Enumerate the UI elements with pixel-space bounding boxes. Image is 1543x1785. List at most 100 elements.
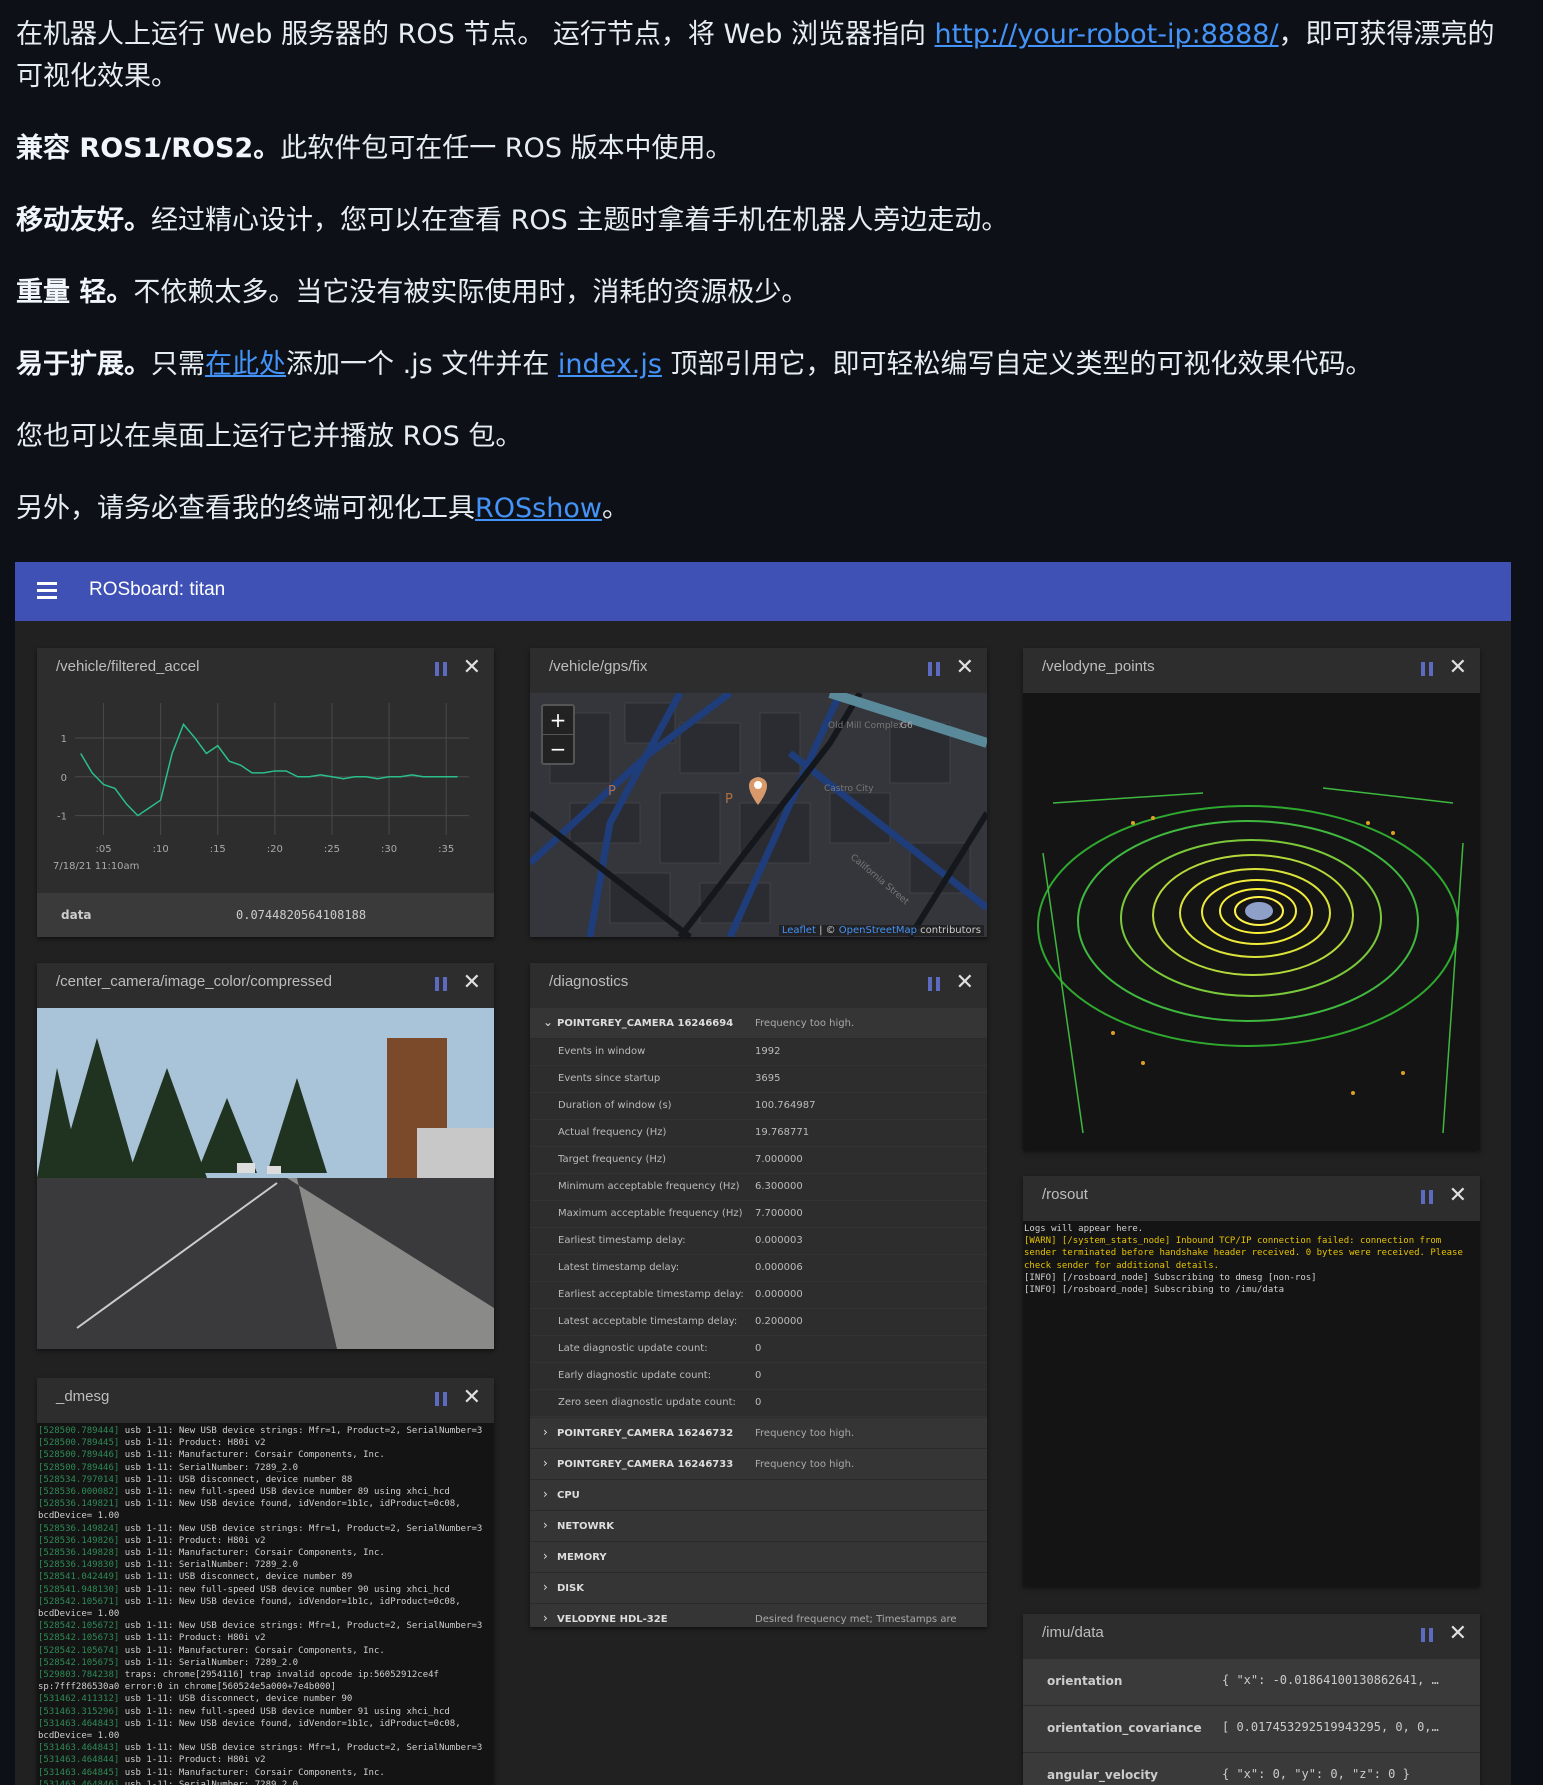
diagnostics-group-open[interactable]: ⌄ POINTGREY_CAMERA 16246694 Frequency to… [530,1008,987,1039]
log-line: [531462.411312] usb 1-11: USB disconnect… [38,1693,494,1705]
zoom-out-button[interactable]: − [543,735,573,763]
diagnostics-row: Early diagnostic update count: 0 [530,1362,987,1390]
diagnostics-group[interactable]: › CPU [530,1480,987,1511]
here-link[interactable]: 在此处 [205,349,286,380]
imu-key: angular_velocity [1047,1768,1159,1782]
group-name: DISK [557,1583,584,1594]
close-icon[interactable]: ✕ [1449,1622,1467,1646]
robot-url-link[interactable]: http://your-robot-ip:8888/ [935,19,1279,50]
close-icon[interactable]: ✕ [1449,656,1467,680]
log-text: usb 1-11: New USB device strings: Mfr=1,… [119,1621,483,1632]
pause-icon[interactable] [435,977,448,991]
log-line: [528500.789446] usb 1-11: SerialNumber: … [38,1462,494,1474]
x-axis-date-label: 7/18/21 11:10am [53,861,139,872]
imu-row: orientation { "x": -0.01864100130862641, … [1023,1659,1480,1706]
pointcloud-view[interactable] [1023,693,1480,1150]
pause-icon[interactable] [928,662,941,676]
group-name: VELODYNE HDL-32E [557,1614,668,1625]
log-text: usb 1-11: New USB device found, idVendor… [119,1718,461,1729]
log-line: bcdDevice= 1.00 [38,1730,494,1742]
gps-map[interactable]: Castro City California Street Old Mill C… [530,693,987,937]
diag-key: Zero seen diagnostic update count: [558,1397,736,1408]
group-name: POINTGREY_CAMERA 16246733 [557,1459,734,1470]
close-icon[interactable]: ✕ [956,971,974,995]
log-text: usb 1-11: SerialNumber: 7289_2.0 [119,1462,299,1473]
log-text: usb 1-11: Manufacturer: Corsair Componen… [119,1645,385,1656]
log-timestamp: [531463.315296] [38,1706,120,1717]
log-text: bcdDevice= 1.00 [38,1609,120,1620]
log-timestamp: [528534.797014] [38,1474,120,1485]
diag-value: 0 [755,1343,762,1354]
log-line: [INFO] [/rosboard_node] Subscribing to d… [1024,1272,1480,1284]
pause-icon[interactable] [1421,662,1434,676]
log-line: [528536.000082] usb 1-11: new full-speed… [38,1486,494,1498]
diag-value: 0 [755,1397,762,1408]
log-timestamp: [528536.000082] [38,1487,120,1498]
close-icon[interactable]: ✕ [463,1386,481,1410]
index-js-link[interactable]: index.js [558,349,662,380]
log-line: [531463.464846] usb 1-11: SerialNumber: … [38,1779,494,1785]
close-icon[interactable]: ✕ [1449,1184,1467,1208]
pause-icon[interactable] [435,662,448,676]
log-line: [528500.789445] usb 1-11: Product: H80i … [38,1437,494,1449]
chevron-right-icon: › [543,1611,548,1625]
pause-icon[interactable] [928,977,941,991]
map-tiles: Castro City California Street Old Mill C… [530,693,987,937]
log-timestamp: [528500.789445] [38,1438,120,1449]
close-icon[interactable]: ✕ [956,656,974,680]
diag-value: 1992 [755,1046,781,1057]
log-timestamp: [528500.789444] [38,1426,120,1436]
log-line: [531463.464845] usb 1-11: Manufacturer: … [38,1767,494,1779]
pause-icon[interactable] [435,1392,448,1406]
card-title: /vehicle/filtered_accel [56,658,200,675]
diagnostics-group[interactable]: › VELODYNE HDL-32E Desired frequency met; … [530,1604,987,1627]
diagnostics-group[interactable]: › POINTGREY_CAMERA 16246733 Frequency too … [530,1449,987,1480]
log-timestamp: [528536.149830] [38,1560,120,1571]
log-text: usb 1-11: Manufacturer: Corsair Componen… [119,1767,385,1778]
compat-text: 此软件包可在任一 ROS 版本中使用。 [280,133,733,164]
diagnostics-group[interactable]: › DISK [530,1573,987,1604]
close-icon[interactable]: ✕ [463,656,481,680]
imu-value: [ 0.017453292519943295, 0, 0,… [1222,1720,1439,1734]
readme-paragraph-rosshow: 另外，请务必查看我的终端可视化工具ROSshow。 [16,488,629,530]
zoom-in-button[interactable]: + [543,706,573,735]
card-diagnostics: /diagnostics ✕ ⌄ POINTGREY_CAMERA 162466… [530,963,987,1627]
diagnostics-row: Events since startup 3695 [530,1065,987,1093]
log-text: [INFO] [/rosboard_node] Subscribing to d… [1024,1272,1317,1283]
log-line: [531463.464843] usb 1-11: New USB device… [38,1718,494,1730]
diagnostics-table: ⌄ POINTGREY_CAMERA 16246694 Frequency to… [530,1008,987,1627]
map-zoom-control: + − [541,704,575,765]
pause-icon[interactable] [1421,1190,1434,1204]
accel-line-chart: :05:10:15:20:25:30:35 1 0 -1 7/18/21 11:10am [37,693,494,893]
chevron-right-icon: › [543,1518,548,1532]
diag-key: Earliest acceptable timestamp delay: [558,1289,744,1300]
diagnostics-group[interactable]: › NETOWRK [530,1511,987,1542]
log-line: [531463.464844] usb 1-11: Product: H80i … [38,1754,494,1766]
diag-value: 0 [755,1370,762,1381]
log-timestamp: [528536.149824] [38,1523,120,1534]
chevron-right-icon: › [543,1487,548,1501]
x-tick-label: :35 [438,844,454,855]
imu-row: angular_velocity { "x": 0, "y": 0, "z": 0… [1023,1753,1480,1785]
log-timestamp: [531462.411312] [38,1694,120,1705]
osm-link[interactable]: OpenStreetMap [839,925,917,936]
diagnostics-group[interactable]: › POINTGREY_CAMERA 16246732 Frequency too … [530,1418,987,1449]
log-line: [528541.042449] usb 1-11: USB disconnect… [38,1571,494,1583]
log-line: bcdDevice= 1.00 [38,1510,494,1522]
rosshow-link[interactable]: ROSshow [475,493,602,524]
diag-key: Latest acceptable timestamp delay: [558,1316,738,1327]
hamburger-menu-icon[interactable] [37,582,57,600]
log-text: usb 1-11: New USB device found, idVendor… [119,1499,461,1510]
data-value: 0.0744820564108188 [236,908,367,922]
mobile-text: 经过精心设计，您可以在查看 ROS 主题时拿着手机在机器人旁边走动。 [151,205,1009,236]
imu-value: { "x": -0.01864100130862641, … [1222,1673,1439,1687]
close-icon[interactable]: ✕ [463,971,481,995]
group-name: POINTGREY_CAMERA 16246694 [557,1018,734,1029]
log-line: sender terminated before handshake heade… [1024,1247,1480,1259]
card-gps-fix: /vehicle/gps/fix ✕ Castro City Californi… [530,648,987,937]
leaflet-link[interactable]: Leaflet [782,925,816,936]
pause-icon[interactable] [1421,1628,1434,1642]
diagnostics-group[interactable]: › MEMORY [530,1542,987,1573]
chevron-right-icon: › [543,1456,548,1470]
diag-value: 0.000003 [755,1235,803,1246]
